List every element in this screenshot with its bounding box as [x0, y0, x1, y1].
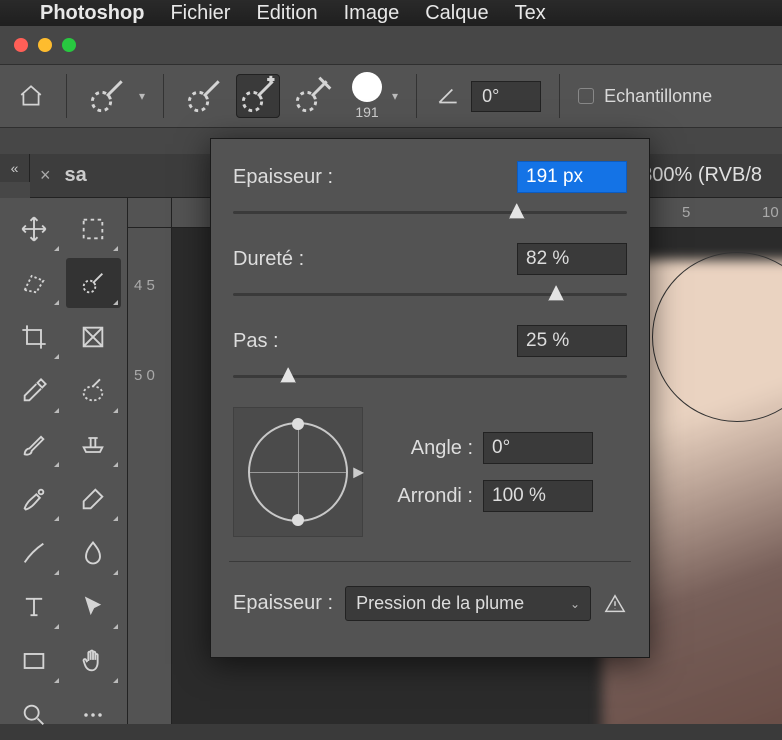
app-name[interactable]: Photoshop	[40, 2, 144, 25]
arrondi-field[interactable]: 100 %	[483, 480, 593, 512]
gradient-tool[interactable]	[6, 528, 62, 578]
quick-selection-tool[interactable]	[66, 366, 122, 416]
divider	[416, 74, 417, 118]
angle-label: Angle :	[383, 437, 473, 460]
angle-icon	[435, 83, 461, 109]
menu-image[interactable]: Image	[344, 2, 400, 25]
close-window-button[interactable]	[14, 38, 28, 52]
tab-close-button[interactable]: ×	[40, 165, 51, 186]
ruler-tick: 5 0	[134, 368, 155, 383]
warning-icon	[603, 592, 627, 616]
zoom-window-button[interactable]	[62, 38, 76, 52]
mac-menubar: Photoshop Fichier Edition Image Calque T…	[0, 0, 782, 26]
options-bar: ▾ 191 ▾ Echa	[0, 64, 782, 128]
brush-size-value: 191	[355, 104, 378, 120]
divider	[229, 561, 631, 562]
ruler-vertical[interactable]: 4 5 5 0	[128, 228, 172, 724]
blur-tool[interactable]	[66, 528, 122, 578]
pas-field[interactable]: 25 %	[517, 325, 627, 357]
chevron-down-icon: ⌄	[570, 597, 580, 611]
collapse-panels-button[interactable]: «	[0, 154, 30, 182]
divider	[66, 74, 67, 118]
brush-circle-icon	[352, 72, 382, 102]
rectangle-tool[interactable]	[6, 636, 62, 686]
epaisseur-slider[interactable]	[233, 203, 627, 223]
epaisseur-label: Epaisseur :	[233, 166, 517, 189]
tools-panel	[0, 198, 128, 724]
menu-calque[interactable]: Calque	[425, 2, 488, 25]
arrow-right-icon: ▶	[353, 464, 364, 481]
zoom-tool[interactable]	[6, 690, 62, 740]
dropdown-value: Pression de la plume	[356, 593, 524, 614]
ruler-tick: 10	[762, 204, 779, 221]
durete-slider[interactable]	[233, 285, 627, 305]
crop-tool[interactable]	[6, 312, 62, 362]
ruler-tick: 4 5	[134, 278, 155, 293]
divider	[559, 74, 560, 118]
ruler-corner	[128, 198, 172, 228]
menu-edition[interactable]: Edition	[256, 2, 317, 25]
dynamics-dropdown[interactable]: Pression de la plume ⌄	[345, 586, 591, 621]
menu-texte[interactable]: Tex	[515, 2, 546, 25]
spot-healing-option[interactable]	[236, 74, 280, 118]
healing-brush-option[interactable]	[182, 74, 226, 118]
brush-preset-button[interactable]	[85, 74, 129, 118]
sampling-checkbox[interactable]	[578, 88, 594, 104]
tab-title[interactable]: sa	[65, 164, 87, 187]
angle-field[interactable]: 0°	[483, 432, 593, 464]
zoom-info: 300% (RVB/8	[641, 164, 762, 187]
durete-field[interactable]: 82 %	[517, 243, 627, 275]
path-selection-tool[interactable]	[66, 582, 122, 632]
minimize-window-button[interactable]	[38, 38, 52, 52]
eyedropper-tool[interactable]	[6, 366, 62, 416]
pas-slider[interactable]	[233, 367, 627, 387]
eraser-tool[interactable]	[66, 474, 122, 524]
traffic-lights	[14, 38, 76, 52]
home-button[interactable]	[14, 79, 48, 113]
epaisseur-field[interactable]: 191 px	[517, 161, 627, 193]
brush-settings-popup: Epaisseur : 191 px Dureté : 82 % Pas : 2…	[210, 138, 650, 658]
healing-brush-tool[interactable]	[66, 258, 122, 308]
more-tools[interactable]	[66, 690, 122, 740]
angle-input[interactable]	[471, 81, 541, 112]
hand-tool[interactable]	[66, 636, 122, 686]
clone-stamp-tool[interactable]	[66, 420, 122, 470]
ruler-tick: 5	[682, 204, 690, 221]
sampling-label: Echantillonne	[604, 86, 712, 107]
move-tool[interactable]	[6, 204, 62, 254]
menu-fichier[interactable]: Fichier	[170, 2, 230, 25]
brush-size-preview[interactable]: 191	[352, 72, 382, 120]
lasso-tool[interactable]	[6, 258, 62, 308]
chevron-down-icon[interactable]: ▾	[139, 89, 145, 103]
pas-label: Pas :	[233, 330, 517, 353]
marquee-tool[interactable]	[66, 204, 122, 254]
window-titlebar	[0, 26, 782, 64]
durete-label: Dureté :	[233, 248, 517, 271]
arrondi-label: Arrondi :	[383, 485, 473, 508]
history-brush-tool[interactable]	[6, 474, 62, 524]
type-tool[interactable]	[6, 582, 62, 632]
angle-wheel[interactable]: ▶	[233, 407, 363, 537]
dynamics-label: Epaisseur :	[233, 592, 333, 615]
divider	[163, 74, 164, 118]
patch-option[interactable]	[290, 74, 334, 118]
frame-tool[interactable]	[66, 312, 122, 362]
brush-tool[interactable]	[6, 420, 62, 470]
chevron-down-icon[interactable]: ▾	[392, 89, 398, 103]
